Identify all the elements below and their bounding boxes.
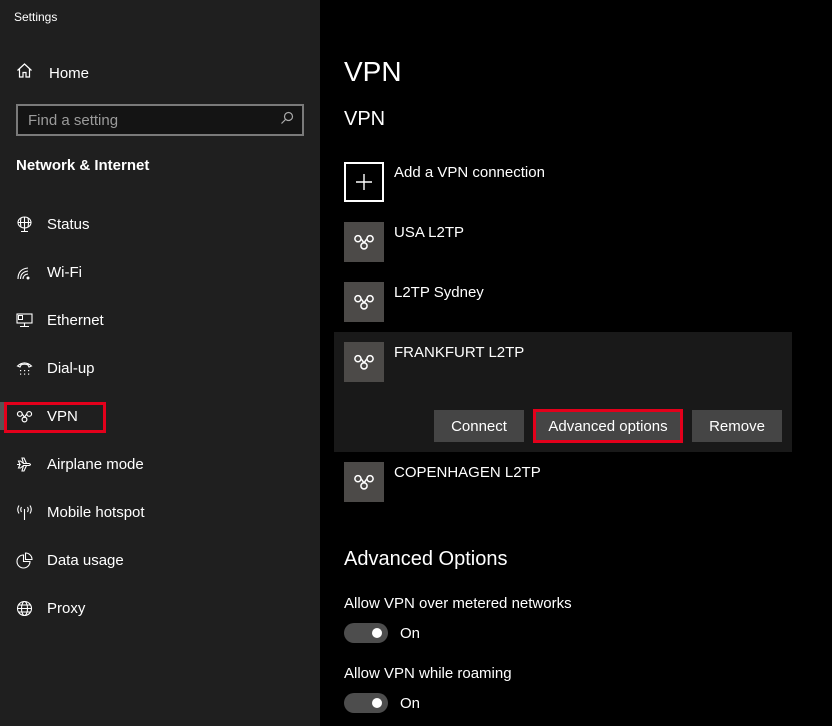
vpn-connection-name: COPENHAGEN L2TP (394, 464, 541, 481)
toggle-state-label: On (400, 694, 421, 712)
search-input[interactable] (28, 111, 280, 129)
vpn-icon (344, 462, 384, 502)
sidebar-item-status[interactable]: Status (0, 200, 320, 248)
globe-icon (16, 600, 33, 617)
vpn-connection-name: FRANKFURT L2TP (394, 344, 525, 361)
vpn-connection-frankfurt-l2tp[interactable]: FRANKFURT L2TP (344, 342, 524, 382)
dialup-phone-icon (16, 360, 33, 377)
metered-networks-label: Allow VPN over metered networks (344, 595, 572, 612)
toggle-knob (372, 698, 382, 708)
vpn-connection-name: L2TP Sydney (394, 284, 484, 301)
sidebar-item-proxy[interactable]: Proxy (0, 584, 320, 632)
vpn-connection-usa-l2tp[interactable]: USA L2TP (344, 222, 464, 262)
vpn-icon (344, 342, 384, 382)
sidebar-item-wifi[interactable]: Wi-Fi (0, 248, 320, 296)
add-vpn-connection[interactable]: Add a VPN connection (344, 162, 545, 202)
sidebar-item-ethernet[interactable]: Ethernet (0, 296, 320, 344)
search-icon[interactable] (280, 111, 294, 130)
sidebar-nav: Status Wi-Fi Ethernet Dial-up VPN Airpla… (0, 200, 320, 632)
sidebar-item-airplane-mode[interactable]: Airplane mode (0, 440, 320, 488)
sidebar-item-dialup[interactable]: Dial-up (0, 344, 320, 392)
home-icon (16, 62, 33, 84)
vpn-icon (16, 408, 33, 425)
status-globe-icon (16, 215, 33, 233)
sidebar: Settings Home Network & Internet Status … (0, 0, 320, 726)
page-title: VPN (344, 56, 402, 87)
airplane-icon (16, 456, 33, 473)
metered-networks-toggle[interactable] (344, 623, 388, 643)
home-label: Home (49, 64, 90, 82)
roaming-toggle-row: On (344, 693, 420, 713)
sidebar-home[interactable]: Home (16, 62, 89, 84)
sidebar-item-label: Data usage (47, 551, 124, 569)
app-title: Settings (14, 10, 58, 24)
vpn-icon (344, 282, 384, 322)
toggle-state-label: On (400, 624, 421, 642)
pie-chart-icon (16, 551, 33, 569)
add-vpn-label: Add a VPN connection (394, 164, 545, 181)
vpn-section-title: VPN (344, 108, 386, 130)
advanced-options-button[interactable]: Advanced options (534, 410, 682, 442)
sidebar-item-label: Proxy (47, 599, 86, 617)
metered-networks-toggle-row: On (344, 623, 420, 643)
roaming-toggle[interactable] (344, 693, 388, 713)
advanced-options-title: Advanced Options (344, 548, 508, 570)
sidebar-item-label: Dial-up (47, 359, 95, 377)
plus-icon (344, 162, 384, 202)
sidebar-item-label: Mobile hotspot (47, 503, 145, 521)
sidebar-item-label: Wi-Fi (47, 263, 82, 281)
main-content: VPN VPN Add a VPN connection USA L2TP L2… (320, 0, 832, 726)
sidebar-item-mobile-hotspot[interactable]: Mobile hotspot (0, 488, 320, 536)
connect-button[interactable]: Connect (434, 410, 524, 442)
sidebar-item-label: Airplane mode (47, 455, 144, 473)
sidebar-item-vpn[interactable]: VPN (0, 392, 320, 440)
vpn-connection-l2tp-sydney[interactable]: L2TP Sydney (344, 282, 484, 322)
remove-button[interactable]: Remove (692, 410, 782, 442)
roaming-label: Allow VPN while roaming (344, 665, 512, 682)
vpn-icon (344, 222, 384, 262)
sidebar-item-data-usage[interactable]: Data usage (0, 536, 320, 584)
sidebar-item-label: Status (47, 215, 90, 233)
search-box[interactable] (16, 104, 304, 136)
hotspot-icon (16, 504, 33, 521)
sidebar-item-label: Ethernet (47, 311, 104, 329)
toggle-knob (372, 628, 382, 638)
section-title: Network & Internet (16, 157, 150, 174)
sidebar-item-label: VPN (47, 407, 78, 425)
wifi-icon (16, 264, 33, 281)
vpn-connection-name: USA L2TP (394, 224, 465, 241)
ethernet-icon (16, 312, 33, 329)
vpn-connection-copenhagen-l2tp[interactable]: COPENHAGEN L2TP (344, 462, 541, 502)
